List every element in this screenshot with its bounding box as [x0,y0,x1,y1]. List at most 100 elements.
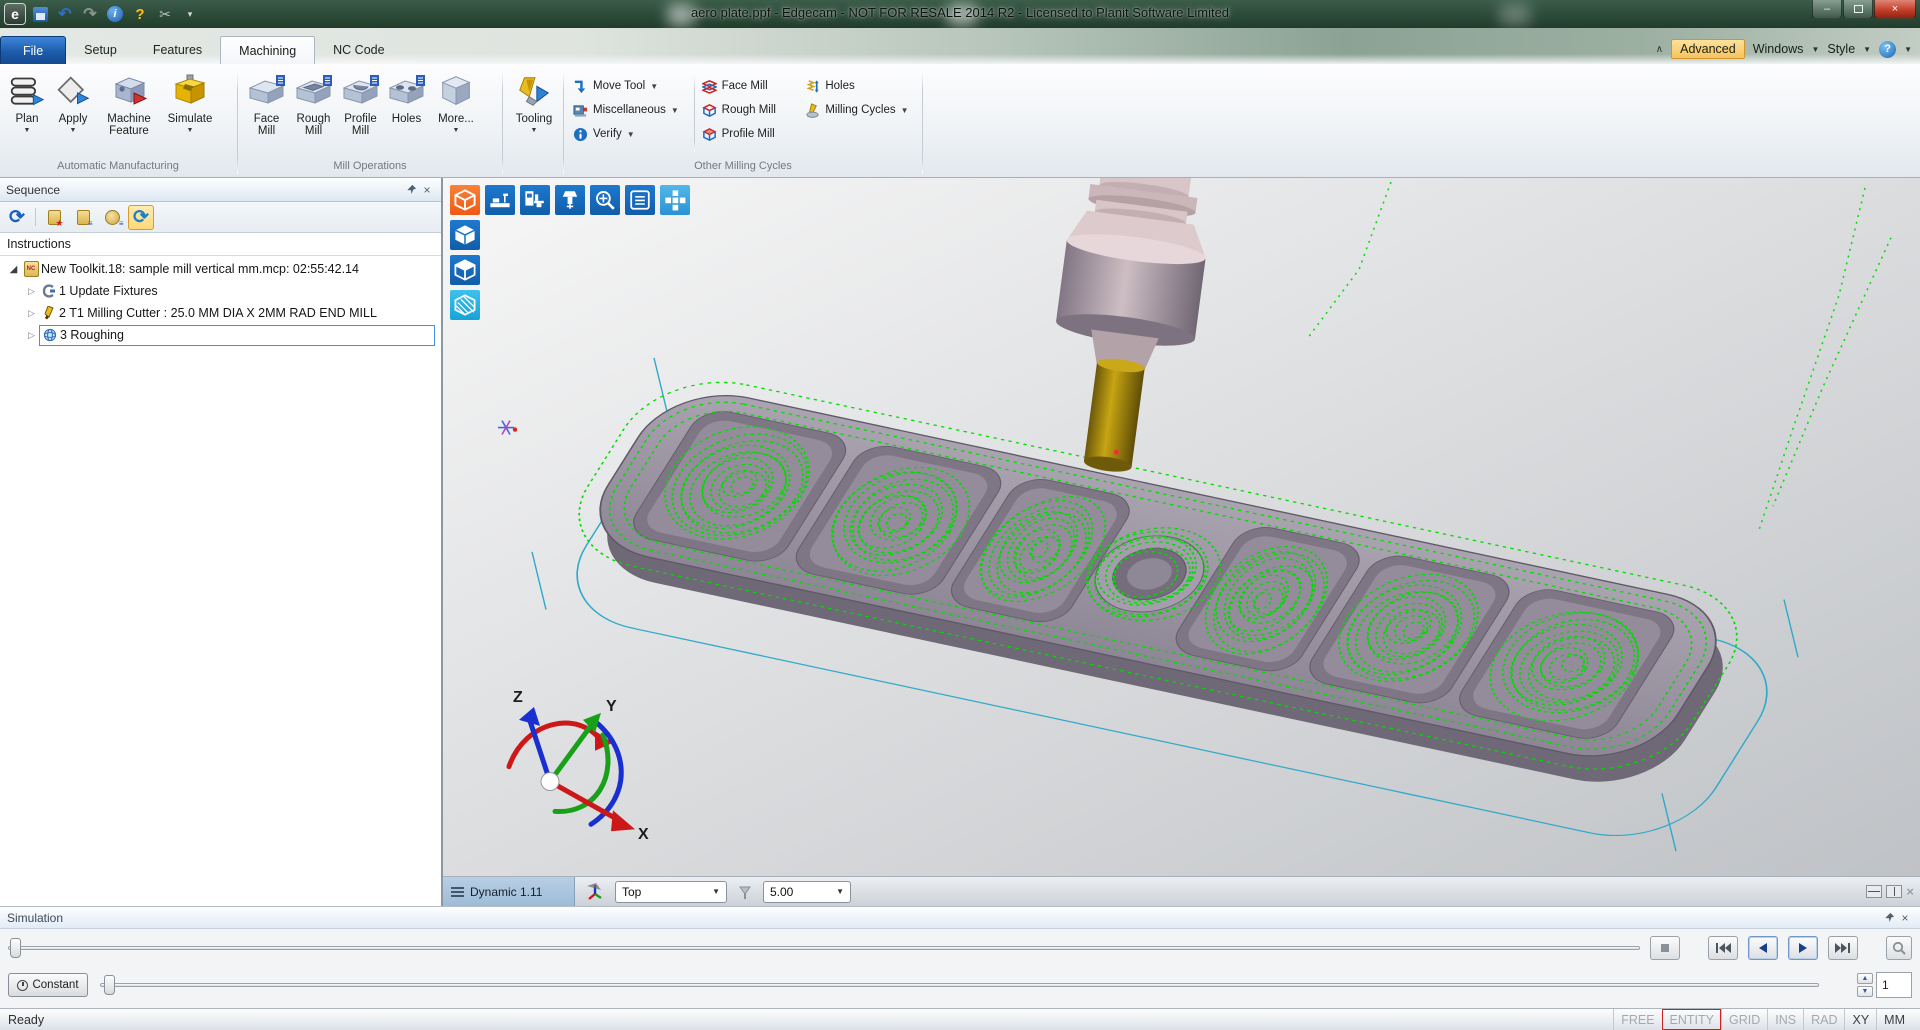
close-panel-icon[interactable]: × [1897,910,1913,926]
split-vertical-icon[interactable] [1886,885,1902,898]
new-sequence-button[interactable]: ★ [41,205,67,230]
verify-button[interactable]: Verify▼ [569,124,691,144]
simulation-progress-slider[interactable] [8,938,1640,958]
collapse-ribbon-icon[interactable]: ∧ [1656,44,1663,55]
shaded-view-button[interactable] [450,220,480,250]
wireframe-view-button[interactable] [450,255,480,285]
holes-button[interactable]: Holes [384,69,429,158]
profile-mill-cycle-button[interactable]: Profile Mill [698,124,802,144]
verify-dropdown-icon[interactable]: ▼ [627,130,635,139]
face-mill-cycle-button[interactable]: Face Mill [698,76,802,96]
expand-icon[interactable]: ▷ [24,286,39,297]
apply-dropdown-icon[interactable]: ▼ [70,127,77,134]
iso-view-button[interactable] [450,185,480,215]
machine-simulation-button[interactable] [520,185,550,215]
tab-nc-code[interactable]: NC Code [315,36,402,64]
slider-thumb[interactable] [10,938,21,958]
flag-entity[interactable]: ENTITY [1662,1009,1721,1030]
milling-cycles-button[interactable]: Milling Cycles▼ [801,100,919,120]
stop-button[interactable] [1650,936,1680,960]
simulation-panel-header[interactable]: Simulation × [0,907,1920,929]
split-horizontal-icon[interactable] [1866,885,1882,898]
collapse-icon[interactable]: ◢ [6,264,21,275]
flag-ins[interactable]: INS [1767,1009,1803,1030]
code-generator-button[interactable]: ≡ [99,205,125,230]
more-button[interactable]: More...▼ [429,69,483,158]
simulation-speed-slider[interactable] [100,975,1819,995]
tab-setup[interactable]: Setup [66,36,135,64]
play-forward-button[interactable] [1788,936,1818,960]
play-backward-button[interactable] [1748,936,1778,960]
milling-cycles-dropdown-icon[interactable]: ▼ [901,106,909,115]
apply-button[interactable]: Apply▼ [50,69,96,158]
loop-count-field[interactable]: 1 [1876,972,1912,998]
tab-features[interactable]: Features [135,36,220,64]
instructions-header[interactable]: Instructions [0,233,441,256]
holes-cycle-button[interactable]: Holes [801,76,919,96]
minimize-button[interactable]: – [1812,0,1842,19]
machine-feature-button[interactable]: Machine Feature [96,69,162,158]
window-layout-button[interactable] [660,185,690,215]
help-icon[interactable]: ? [1879,41,1896,58]
slider-thumb[interactable] [104,975,115,995]
slider-track[interactable] [8,946,1640,950]
regenerate-button[interactable]: ⟳ [4,205,30,230]
pin-icon[interactable] [1881,910,1897,926]
expand-icon[interactable]: ▷ [24,330,39,341]
profile-mill-button[interactable]: Profile Mill [337,69,384,158]
zoom-extents-button[interactable] [590,185,620,215]
tree-item-update-fixtures[interactable]: ▷ 1 Update Fixtures [0,280,441,302]
windows-dropdown-icon[interactable]: ▼ [1811,45,1819,54]
tooling-dropdown-icon[interactable]: ▼ [531,127,538,134]
simulate-button[interactable]: Simulate▼ [162,69,218,158]
display-options-button[interactable] [625,185,655,215]
windows-menu[interactable]: Windows [1753,42,1804,56]
sequence-list-button[interactable]: ≡ [70,205,96,230]
move-tool-dropdown-icon[interactable]: ▼ [650,82,658,91]
spinner-down-icon[interactable]: ▼ [1857,986,1873,997]
constant-speed-button[interactable]: Constant [8,973,88,997]
rough-mill-button[interactable]: Rough Mill [290,69,337,158]
translucent-view-button[interactable] [450,290,480,320]
simulate-dropdown-icon[interactable]: ▼ [187,127,194,134]
close-view-icon[interactable]: × [1906,884,1914,899]
plan-dropdown-icon[interactable]: ▼ [24,127,31,134]
maximize-button[interactable] [1843,0,1873,19]
close-button[interactable]: × [1874,0,1916,19]
slider-track[interactable] [100,983,1819,987]
flag-xy[interactable]: XY [1844,1009,1876,1030]
graphics-viewport[interactable]: Z Y X [443,178,1920,906]
tooling-button[interactable]: Tooling▼ [508,69,560,158]
style-dropdown-icon[interactable]: ▼ [1863,45,1871,54]
pin-icon[interactable] [403,182,419,198]
more-dropdown-icon[interactable]: ▼ [453,127,460,134]
skip-to-start-button[interactable] [1708,936,1738,960]
viewport-3d-scene[interactable]: Z Y X [443,178,1920,876]
flag-rad[interactable]: RAD [1803,1009,1844,1030]
spinner-up-icon[interactable]: ▲ [1857,973,1873,984]
tab-machining[interactable]: Machining [220,36,315,64]
tree-item-roughing[interactable]: ▷ 3 Roughing [0,324,441,346]
sequence-panel-header[interactable]: Sequence × [0,178,441,202]
show-machine-bed-button[interactable] [485,185,515,215]
close-panel-icon[interactable]: × [419,182,435,198]
move-tool-button[interactable]: Move Tool▼ [569,76,691,96]
flag-mm[interactable]: MM [1876,1009,1912,1030]
depth-select[interactable]: 5.00▼ [763,881,851,903]
auto-regenerate-toggle[interactable]: ⟳ [128,205,154,230]
tab-file[interactable]: File [0,36,66,64]
help-dropdown-icon[interactable]: ▼ [1904,45,1912,54]
tree-item-toolkit[interactable]: ◢ NC New Toolkit.18: sample mill vertica… [0,258,441,280]
tool-display-button[interactable] [555,185,585,215]
rough-mill-cycle-button[interactable]: Rough Mill [698,100,802,120]
skip-to-end-button[interactable] [1828,936,1858,960]
view-mode-button[interactable]: Dynamic 1.11 [443,877,575,907]
miscellaneous-button[interactable]: Miscellaneous▼ [569,100,691,120]
cpl-select[interactable]: Top▼ [615,881,727,903]
miscellaneous-dropdown-icon[interactable]: ▼ [671,106,679,115]
plan-button[interactable]: Plan▼ [4,69,50,158]
flag-grid[interactable]: GRID [1721,1009,1767,1030]
face-mill-button[interactable]: Face Mill [243,69,290,158]
flag-free[interactable]: FREE [1613,1009,1661,1030]
advanced-toggle[interactable]: Advanced [1671,39,1745,59]
